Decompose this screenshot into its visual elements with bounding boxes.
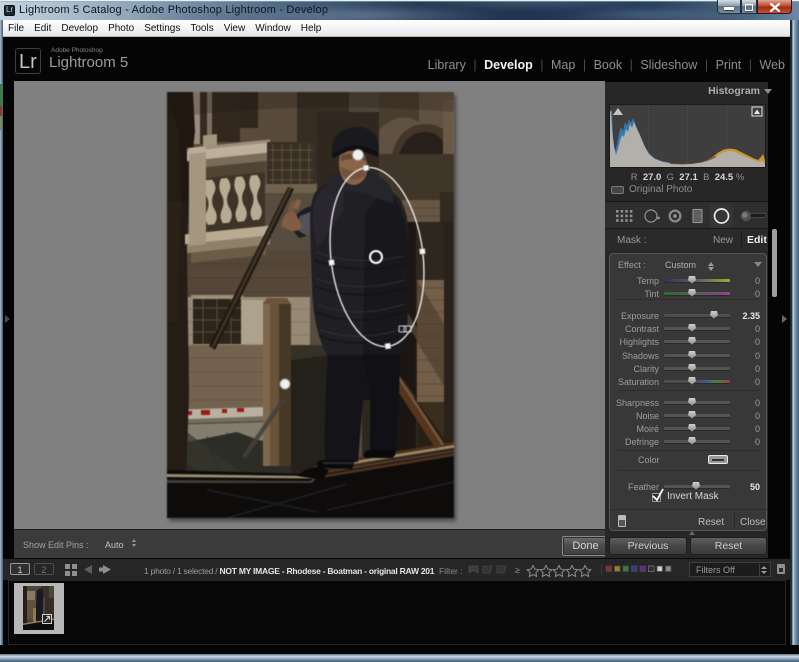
svg-text:≥: ≥ bbox=[515, 565, 520, 575]
